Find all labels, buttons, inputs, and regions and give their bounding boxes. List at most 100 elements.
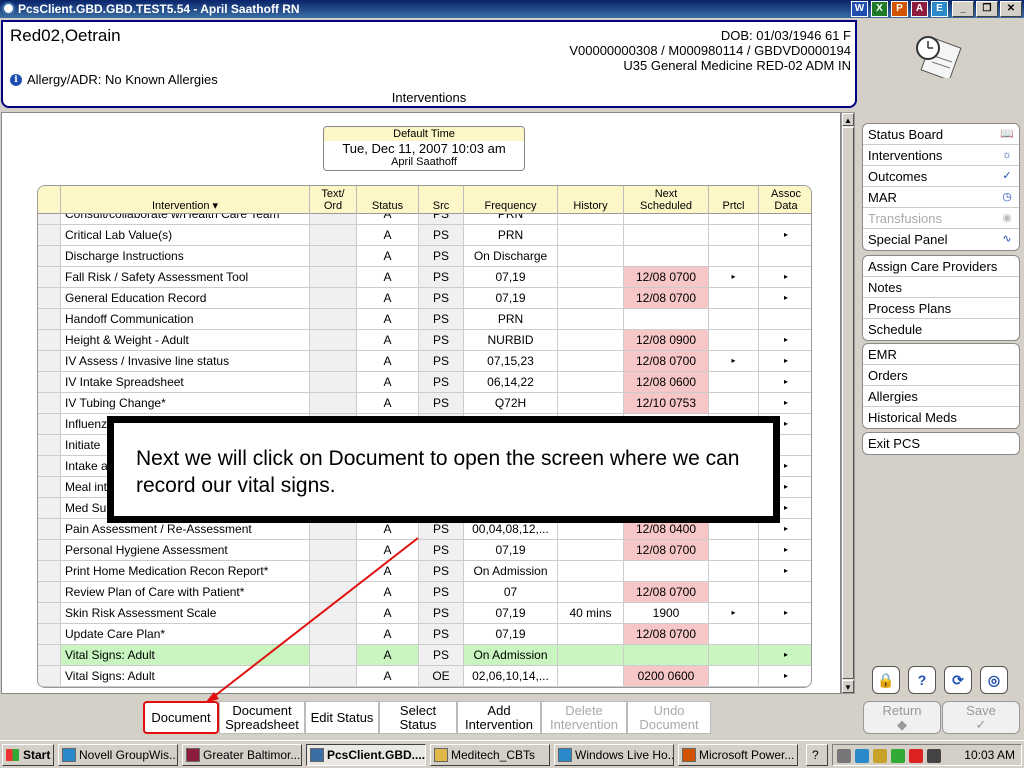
header-frequency[interactable]: Frequency	[463, 186, 557, 214]
cell-assoc-data[interactable]: ▸	[758, 603, 811, 623]
table-row[interactable]: Vital Signs: Adult A PS On Admission ▸	[38, 645, 811, 666]
header-src[interactable]: Src	[418, 186, 463, 214]
header-next-scheduled[interactable]: Next Scheduled	[623, 186, 708, 214]
scroll-thumb[interactable]	[842, 127, 854, 679]
info-icon[interactable]: i	[10, 73, 22, 86]
header-status[interactable]: Status	[356, 186, 418, 214]
taskbar-item[interactable]: Windows Live Ho...	[554, 744, 674, 766]
nav-item-outcomes[interactable]: Outcomes ✓	[863, 166, 1019, 187]
excel-icon[interactable]: X	[871, 1, 888, 17]
network-icon[interactable]	[855, 749, 869, 763]
cell-assoc-data[interactable]: ▸	[758, 351, 811, 371]
header-text-ord[interactable]: Text/Ord	[309, 186, 356, 214]
header-intervention[interactable]: Intervention ▾	[60, 186, 309, 214]
scroll-down-arrow[interactable]: ▼	[842, 680, 854, 693]
table-row[interactable]: IV Assess / Invasive line status A PS 07,15…	[38, 351, 811, 372]
edit-status-button[interactable]: Edit Status	[305, 701, 379, 734]
title-bar: PcsClient.GBD.GBD.TEST5.54 - April Saath…	[0, 0, 1024, 18]
nav-item-orders[interactable]: Orders	[863, 365, 1019, 386]
ie-icon[interactable]: E	[931, 1, 948, 17]
refresh-icon[interactable]: ⟳	[944, 666, 972, 694]
taskbar-item[interactable]: Greater Baltimor...	[182, 744, 302, 766]
nav-item-process-plans[interactable]: Process Plans	[863, 298, 1019, 319]
scroll-up-arrow[interactable]: ▲	[842, 113, 854, 126]
close-button[interactable]: ✕	[1000, 1, 1022, 17]
cell-assoc-data[interactable]: ▸	[758, 666, 811, 686]
start-button[interactable]: Start	[2, 744, 54, 766]
table-row[interactable]: Review Plan of Care with Patient* A PS 07 12…	[38, 582, 811, 603]
nav-item-status-board[interactable]: Status Board 📖	[863, 124, 1019, 145]
table-row[interactable]: Fall Risk / Safety Assessment Tool A PS 07,…	[38, 267, 811, 288]
volume-icon[interactable]	[927, 749, 941, 763]
table-row[interactable]: Vital Signs: Adult A OE 02,06,10,14,... 0200…	[38, 666, 811, 687]
taskbar-item[interactable]: PcsClient.GBD....	[306, 744, 426, 766]
header-prtcl[interactable]: Prtcl	[708, 186, 758, 214]
nav-item-emr[interactable]: EMR	[863, 344, 1019, 365]
nav-item-assign-care-providers[interactable]: Assign Care Providers	[863, 256, 1019, 277]
lock-icon[interactable]: 🔒	[872, 666, 900, 694]
table-row[interactable]: Discharge Instructions A PS On Discharge	[38, 246, 811, 267]
powerpoint-icon[interactable]: P	[891, 1, 908, 17]
nav-item-notes[interactable]: Notes	[863, 277, 1019, 298]
cell-assoc-data[interactable]: ▸	[758, 645, 811, 665]
cell-assoc-data[interactable]: ▸	[758, 267, 811, 287]
cell-protocol[interactable]: ▸	[708, 351, 758, 371]
cell-protocol[interactable]: ▸	[708, 267, 758, 287]
table-row[interactable]: IV Tubing Change* A PS Q72H 12/10 0753 ▸	[38, 393, 811, 414]
cell-assoc-data[interactable]: ▸	[758, 561, 811, 581]
table-row[interactable]: Height & Weight - Adult A PS NURBID 12/08 09…	[38, 330, 811, 351]
cell-assoc-data[interactable]: ▸	[758, 540, 811, 560]
default-time-box[interactable]: Default Time Tue, Dec 11, 2007 10:03 am …	[323, 126, 525, 171]
cell-assoc-data[interactable]: ▸	[758, 372, 811, 392]
restore-button[interactable]: ❐	[976, 1, 998, 17]
access-icon[interactable]: A	[911, 1, 928, 17]
nav-item-exit-pcs[interactable]: Exit PCS	[863, 433, 1019, 454]
table-row[interactable]: Personal Hygiene Assessment A PS 07,19 12/08…	[38, 540, 811, 561]
add-intervention-button[interactable]: Add Intervention	[457, 701, 541, 734]
help-tray-icon[interactable]: ?	[806, 744, 828, 766]
cell-protocol[interactable]: ▸	[708, 603, 758, 623]
cell-status: A	[356, 372, 418, 392]
nav-item-schedule[interactable]: Schedule	[863, 319, 1019, 340]
nav-item-allergies[interactable]: Allergies	[863, 386, 1019, 407]
word-icon[interactable]: W	[851, 1, 868, 17]
system-tray: 10:03 AM	[832, 744, 1022, 766]
nav-item-special-panel[interactable]: Special Panel ∿	[863, 229, 1019, 250]
shield-icon[interactable]	[891, 749, 905, 763]
return-button[interactable]: Return ◆	[863, 701, 941, 734]
save-button[interactable]: Save ✓	[942, 701, 1020, 734]
table-row[interactable]: Critical Lab Value(s) A PS PRN ▸	[38, 225, 811, 246]
taskbar-item[interactable]: Microsoft Power...	[678, 744, 798, 766]
cell-frequency: Q72H	[463, 393, 557, 413]
cell-assoc-data[interactable]: ▸	[758, 288, 811, 308]
table-row[interactable]: Print Home Medication Recon Report* A PS On…	[38, 561, 811, 582]
minimize-button[interactable]: _	[952, 1, 974, 17]
select-status-button[interactable]: Select Status	[379, 701, 457, 734]
table-row[interactable]: Skin Risk Assessment Scale A PS 07,19 40 min…	[38, 603, 811, 624]
nav-item-interventions[interactable]: Interventions ☼	[863, 145, 1019, 166]
taskbar-item[interactable]: Meditech_CBTs	[430, 744, 550, 766]
table-row[interactable]: IV Intake Spreadsheet A PS 06,14,22 12/08 06…	[38, 372, 811, 393]
document-spreadsheet-button[interactable]: Document Spreadsheet	[219, 701, 305, 734]
security-icon[interactable]	[873, 749, 887, 763]
nav-item-historical-meds[interactable]: Historical Meds	[863, 407, 1019, 428]
cell-status: A	[356, 540, 418, 560]
table-row[interactable]: Handoff Communication A PS PRN	[38, 309, 811, 330]
table-row[interactable]: Update Care Plan* A PS 07,19 12/08 0700	[38, 624, 811, 645]
taskbar-item[interactable]: Novell GroupWis...	[58, 744, 178, 766]
cell-assoc-data[interactable]: ▸	[758, 330, 811, 350]
header-history[interactable]: History	[557, 186, 623, 214]
cell-assoc-data[interactable]: ▸	[758, 225, 811, 245]
table-row[interactable]: Consult/collaborate w/Health Care Team* A…	[38, 214, 811, 225]
novell-icon[interactable]	[909, 749, 923, 763]
help-icon[interactable]: ?	[908, 666, 936, 694]
document-button[interactable]: Document	[143, 701, 219, 734]
header-assoc-data[interactable]: Assoc Data	[758, 186, 811, 214]
settings-icon[interactable]: ◎	[980, 666, 1008, 694]
vertical-scrollbar[interactable]: ▲ ▼	[841, 112, 855, 694]
nav-item-mar[interactable]: MAR ◷	[863, 187, 1019, 208]
table-row[interactable]: General Education Record A PS 07,19 12/08 07…	[38, 288, 811, 309]
header-status-label: Status	[371, 200, 404, 212]
cell-assoc-data[interactable]: ▸	[758, 393, 811, 413]
printer-icon[interactable]	[837, 749, 851, 763]
